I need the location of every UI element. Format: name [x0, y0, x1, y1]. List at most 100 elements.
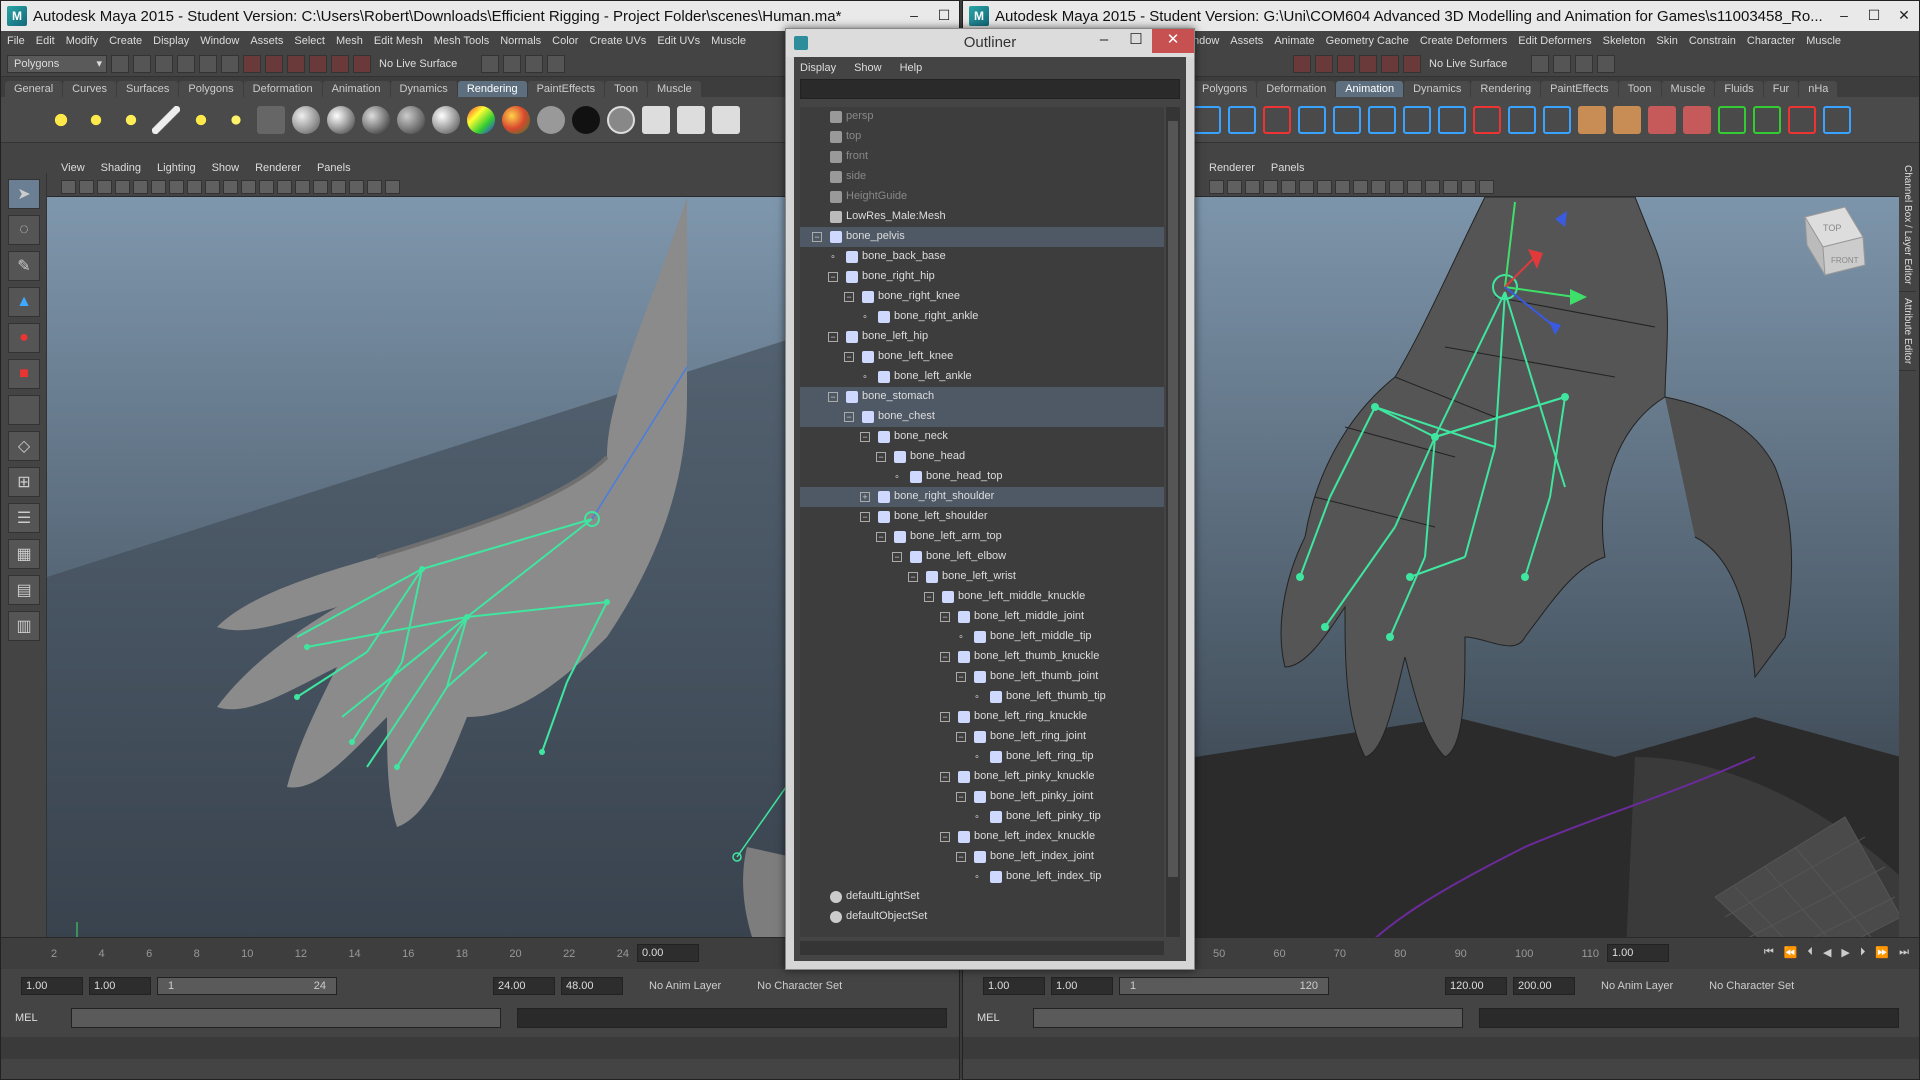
viewport-menu-panels[interactable]: Panels — [317, 162, 351, 174]
blinn-icon[interactable] — [327, 105, 355, 134]
shading-map-icon[interactable] — [607, 105, 635, 134]
shelf-tab-curves[interactable]: Curves — [63, 81, 116, 97]
menu-edit-mesh[interactable]: Edit Mesh — [374, 35, 423, 47]
outliner-horizontal-scrollbar[interactable] — [800, 941, 1164, 955]
collapse-icon[interactable]: − — [908, 572, 918, 582]
resolution-gate-icon[interactable] — [1263, 179, 1278, 194]
viewport-menu-panels[interactable]: Panels — [1271, 162, 1305, 174]
outliner-item[interactable]: front — [800, 147, 1164, 167]
smooth-shade-icon[interactable] — [223, 179, 238, 194]
safe-action-icon[interactable] — [1281, 179, 1296, 194]
render-settings-icon[interactable] — [1597, 54, 1616, 73]
collapse-icon[interactable]: − — [812, 232, 822, 242]
minimize-button[interactable]: – — [1829, 1, 1859, 31]
menu-display[interactable]: Display — [153, 35, 189, 47]
outliner-item[interactable]: − bone_left_arm_top — [800, 527, 1164, 547]
outliner-item[interactable]: − bone_left_knee — [800, 347, 1164, 367]
outliner-item[interactable]: − bone_left_index_knuckle — [800, 827, 1164, 847]
shelf-tab-polygons[interactable]: Polygons — [1193, 81, 1257, 97]
constraint-aim-icon[interactable] — [1753, 105, 1781, 134]
constraint-parent-icon[interactable] — [1823, 105, 1851, 134]
ik-spline-icon[interactable] — [1263, 105, 1291, 134]
layered-shader-icon[interactable] — [502, 105, 530, 134]
menu-edit[interactable]: Edit — [36, 35, 55, 47]
human-ik-icon[interactable] — [1578, 105, 1606, 134]
leaf-icon[interactable]: ∘ — [972, 692, 982, 702]
outliner-item[interactable]: − bone_left_pinky_joint — [800, 787, 1164, 807]
side-tab-attribute-editor[interactable]: Attribute Editor — [1899, 292, 1916, 371]
shelf-tab-rendering[interactable]: Rendering — [457, 81, 527, 97]
snap-plane-icon[interactable] — [1359, 54, 1377, 73]
step-forward-key-icon[interactable]: ⏩ — [1875, 946, 1889, 959]
outliner-item[interactable]: ∘ bone_right_ankle — [800, 307, 1164, 327]
shelf-tab-dynamics[interactable]: Dynamics — [390, 81, 457, 97]
layout-outliner-icon[interactable]: ☰ — [8, 503, 40, 533]
select-tool-icon[interactable]: ➤ — [8, 179, 40, 209]
playback-start-field[interactable]: 1.00 — [1051, 977, 1113, 995]
rigid-bind-icon[interactable] — [1368, 105, 1396, 134]
menu-muscle[interactable]: Muscle — [1806, 35, 1841, 47]
outliner-item[interactable]: − bone_chest — [800, 407, 1164, 427]
menu-modify[interactable]: Modify — [66, 35, 98, 47]
menu-create-uvs[interactable]: Create UVs — [589, 35, 646, 47]
collapse-icon[interactable]: − — [876, 452, 886, 462]
outliner-item[interactable]: HeightGuide — [800, 187, 1164, 207]
shelf-tab-animation[interactable]: Animation — [322, 81, 390, 97]
render-frame-icon[interactable] — [642, 105, 670, 134]
ambient-occlusion-icon[interactable] — [1407, 179, 1422, 194]
leaf-icon[interactable]: ∘ — [956, 632, 966, 642]
step-forward-icon[interactable]: ⏵ — [1860, 946, 1866, 959]
menu-animate[interactable]: Animate — [1274, 35, 1314, 47]
render-view-icon[interactable] — [481, 54, 500, 73]
go-to-end-icon[interactable]: ⏭ — [1899, 946, 1909, 959]
anisotropic-icon[interactable] — [432, 105, 460, 134]
textured-icon[interactable] — [259, 179, 274, 194]
bookmark-icon[interactable] — [79, 179, 94, 194]
collapse-icon[interactable]: − — [876, 532, 886, 542]
outliner-list[interactable]: persp top front side HeightGuide LowRes_Male:… — [800, 107, 1164, 937]
bind-skin-icon[interactable] — [1298, 105, 1326, 134]
ramp-shader-icon[interactable] — [467, 105, 495, 134]
open-scene-icon[interactable] — [133, 54, 151, 73]
image-plane-icon[interactable] — [1209, 179, 1224, 194]
outliner-item[interactable]: − bone_left_ring_knuckle — [800, 707, 1164, 727]
collapse-icon[interactable]: − — [940, 612, 950, 622]
shelf-tab-painteffects[interactable]: PaintEffects — [1541, 81, 1618, 97]
film-gate-icon[interactable] — [133, 179, 148, 194]
shelf-tab-nha[interactable]: nHa — [1799, 81, 1838, 97]
outliner-item[interactable]: − bone_right_hip — [800, 267, 1164, 287]
joint-tool-icon[interactable] — [1193, 105, 1221, 134]
menu-skin[interactable]: Skin — [1656, 35, 1677, 47]
range-slider-bar[interactable]: 1 24 — [157, 977, 337, 995]
ipr-render-icon[interactable] — [1575, 54, 1594, 73]
menu-normals[interactable]: Normals — [500, 35, 541, 47]
outliner-item[interactable]: defaultObjectSet — [800, 907, 1164, 927]
phong-icon[interactable] — [362, 105, 390, 134]
outliner-item[interactable]: − bone_left_ring_joint — [800, 727, 1164, 747]
side-tab-channel-box-layer-editor[interactable]: Channel Box / Layer Editor — [1899, 159, 1916, 292]
leaf-icon[interactable]: ∘ — [860, 312, 870, 322]
anim-end-field[interactable]: 200.00 — [1513, 977, 1575, 995]
menu-assets[interactable]: Assets — [250, 35, 283, 47]
antialias-icon[interactable] — [1443, 179, 1458, 194]
last-tool-icon[interactable] — [8, 395, 40, 425]
collapse-icon[interactable]: − — [844, 412, 854, 422]
scale-tool-icon[interactable]: ■ — [8, 359, 40, 389]
menu-geometry-cache[interactable]: Geometry Cache — [1326, 35, 1409, 47]
shelf-tab-dynamics[interactable]: Dynamics — [1404, 81, 1471, 97]
menu-ndow[interactable]: ndow — [1193, 35, 1219, 47]
shelf-tab-painteffects[interactable]: PaintEffects — [527, 81, 605, 97]
command-input[interactable] — [1033, 1008, 1463, 1028]
snap-grid-icon[interactable] — [243, 54, 261, 73]
maximize-button[interactable]: ☐ — [1859, 1, 1889, 31]
collapse-icon[interactable]: − — [860, 512, 870, 522]
maximize-button[interactable]: ☐ — [1120, 29, 1152, 53]
step-back-icon[interactable]: ⏴ — [1807, 946, 1813, 959]
outliner-item[interactable]: − bone_left_elbow — [800, 547, 1164, 567]
close-button[interactable]: ✕ — [1152, 29, 1194, 53]
snap-curve-icon[interactable] — [265, 54, 283, 73]
paint-select-icon[interactable]: ✎ — [8, 251, 40, 281]
shelf-tab-toon[interactable]: Toon — [1618, 81, 1661, 97]
outliner-menu-help[interactable]: Help — [900, 62, 923, 74]
shelf-tab-surfaces[interactable]: Surfaces — [116, 81, 179, 97]
